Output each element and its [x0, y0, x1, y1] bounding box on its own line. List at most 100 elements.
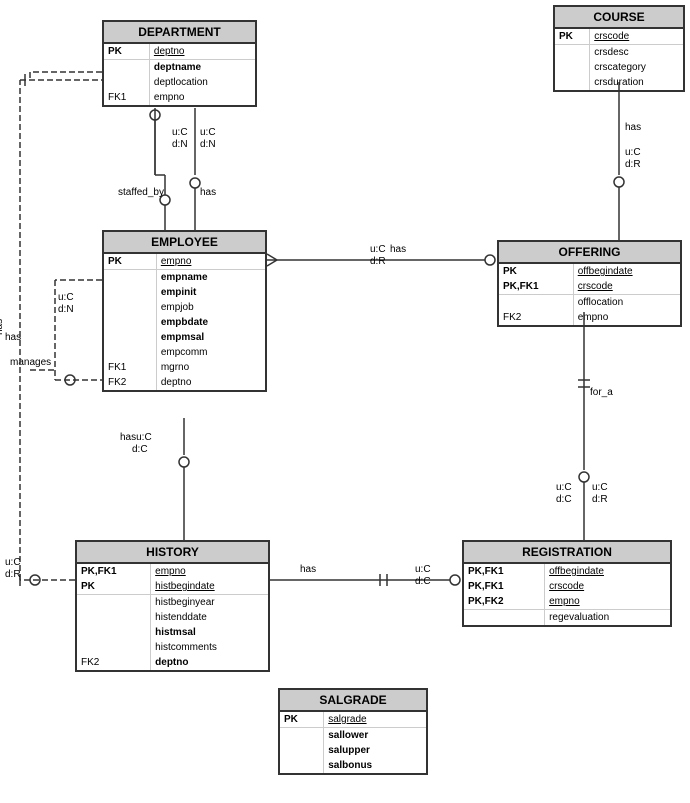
svg-text:has: has: [625, 122, 641, 133]
entity-registration: REGISTRATION PK,FK1 offbegindate PK,FK1 …: [462, 540, 672, 627]
entity-history: HISTORY PK,FK1 empno PK histbegindate hi…: [75, 540, 270, 672]
dept-pk-label: PK: [104, 44, 149, 60]
emp-attr-label-2: [104, 285, 156, 300]
hist-attr-5: deptno: [151, 655, 268, 670]
sal-pk-label: PK: [280, 712, 324, 728]
svg-text:d:N: d:N: [58, 304, 74, 315]
hist-pk-attr-2: histbegindate: [151, 579, 268, 595]
svg-text:u:C: u:C: [200, 127, 216, 138]
course-attr-row-3: crsduration: [555, 75, 683, 90]
course-attr-label-1: [555, 45, 590, 61]
emp-pk-row: PK empno: [104, 254, 265, 270]
off-attr-2: empno: [573, 310, 680, 325]
emp-attr-row-8: FK2 deptno: [104, 375, 265, 390]
reg-pk-attr-1: offbegindate: [545, 564, 670, 579]
off-pk-row-2: PK,FK1 crscode: [499, 279, 680, 295]
dept-attr-row-3: FK1 empno: [104, 90, 255, 105]
reg-attr-label-1: [464, 610, 545, 626]
emp-pk-attr: empno: [156, 254, 265, 270]
emp-attr-1: empname: [156, 270, 265, 286]
off-attr-label-1: [499, 295, 573, 311]
hist-attr-label-2: [77, 610, 151, 625]
dept-attr-2: deptlocation: [149, 75, 255, 90]
svg-text:u:C: u:C: [370, 244, 386, 255]
svg-text:manages: manages: [10, 357, 51, 368]
course-attr-row-2: crscategory: [555, 60, 683, 75]
emp-attr-5: empmsal: [156, 330, 265, 345]
emp-attr-label-3: [104, 300, 156, 315]
emp-attr-label-8: FK2: [104, 375, 156, 390]
entity-offering-title: OFFERING: [499, 242, 680, 264]
entity-course-title: COURSE: [555, 7, 683, 29]
emp-attr-row-1: empname: [104, 270, 265, 286]
reg-attr-row-1: regevaluation: [464, 610, 670, 626]
course-pk-label: PK: [555, 29, 590, 45]
hist-attr-label-3: [77, 625, 151, 640]
off-attr-row-2: FK2 empno: [499, 310, 680, 325]
hist-attr-row-3: histmsal: [77, 625, 268, 640]
off-pk-label-1: PK: [499, 264, 573, 279]
emp-attr-row-3: empjob: [104, 300, 265, 315]
reg-pk-attr-3: empno: [545, 594, 670, 610]
svg-text:d:C: d:C: [415, 576, 431, 587]
hist-attr-label-4: [77, 640, 151, 655]
emp-attr-8: deptno: [156, 375, 265, 390]
course-attr-row-1: crsdesc: [555, 45, 683, 61]
hist-pk-label-2: PK: [77, 579, 151, 595]
emp-attr-label-7: FK1: [104, 360, 156, 375]
svg-text:u:C: u:C: [625, 147, 641, 158]
entity-offering: OFFERING PK offbegindate PK,FK1 crscode …: [497, 240, 682, 327]
sal-pk-row: PK salgrade: [280, 712, 426, 728]
off-attr-1: offlocation: [573, 295, 680, 311]
svg-text:d:R: d:R: [370, 256, 386, 267]
svg-text:u:C: u:C: [415, 564, 431, 575]
dept-attr-label-2: [104, 75, 149, 90]
off-attr-row-1: offlocation: [499, 295, 680, 311]
off-pk-attr-2: crscode: [573, 279, 680, 295]
svg-text:d:R: d:R: [592, 494, 608, 505]
svg-text:has: has: [390, 244, 406, 255]
emp-attr-4: empbdate: [156, 315, 265, 330]
entity-salgrade: SALGRADE PK salgrade sallower salupper s…: [278, 688, 428, 775]
emp-attr-label-6: [104, 345, 156, 360]
reg-pk-label-2: PK,FK1: [464, 579, 545, 594]
reg-attr-1: regevaluation: [545, 610, 670, 626]
hist-attr-row-4: histcomments: [77, 640, 268, 655]
sal-attr-row-1: sallower: [280, 728, 426, 744]
hist-attr-row-5: FK2 deptno: [77, 655, 268, 670]
sal-attr-label-2: [280, 743, 324, 758]
sal-pk-attr: salgrade: [324, 712, 426, 728]
emp-attr-row-5: empmsal: [104, 330, 265, 345]
sal-attr-2: salupper: [324, 743, 426, 758]
reg-pk-label-1: PK,FK1: [464, 564, 545, 579]
sal-attr-3: salbonus: [324, 758, 426, 773]
emp-attr-row-6: empcomm: [104, 345, 265, 360]
dept-pk-attr: deptno: [149, 44, 255, 60]
hist-attr-label-1: [77, 595, 151, 611]
entity-salgrade-title: SALGRADE: [280, 690, 426, 712]
svg-text:has: has: [5, 332, 21, 343]
hist-pk-row-2: PK histbegindate: [77, 579, 268, 595]
course-attr-3: crsduration: [590, 75, 683, 90]
reg-pk-row-3: PK,FK2 empno: [464, 594, 670, 610]
hist-pk-row-1: PK,FK1 empno: [77, 564, 268, 579]
entity-course: COURSE PK crscode crsdesc crscategory cr…: [553, 5, 685, 92]
course-attr-label-3: [555, 75, 590, 90]
course-attr-1: crsdesc: [590, 45, 683, 61]
svg-text:u:C: u:C: [58, 292, 74, 303]
svg-text:staffed_by: staffed_by: [118, 187, 164, 198]
hist-attr-2: histenddate: [151, 610, 268, 625]
svg-text:has: has: [0, 319, 5, 335]
svg-text:d:N: d:N: [172, 139, 188, 150]
dept-attr-1: deptname: [149, 60, 255, 76]
entity-registration-title: REGISTRATION: [464, 542, 670, 564]
hist-attr-4: histcomments: [151, 640, 268, 655]
course-attr-label-2: [555, 60, 590, 75]
off-attr-label-2: FK2: [499, 310, 573, 325]
off-pk-label-2: PK,FK1: [499, 279, 573, 295]
dept-attr-row-1: deptname: [104, 60, 255, 76]
emp-attr-label-5: [104, 330, 156, 345]
emp-attr-3: empjob: [156, 300, 265, 315]
hist-attr-label-5: FK2: [77, 655, 151, 670]
emp-attr-2: empinit: [156, 285, 265, 300]
